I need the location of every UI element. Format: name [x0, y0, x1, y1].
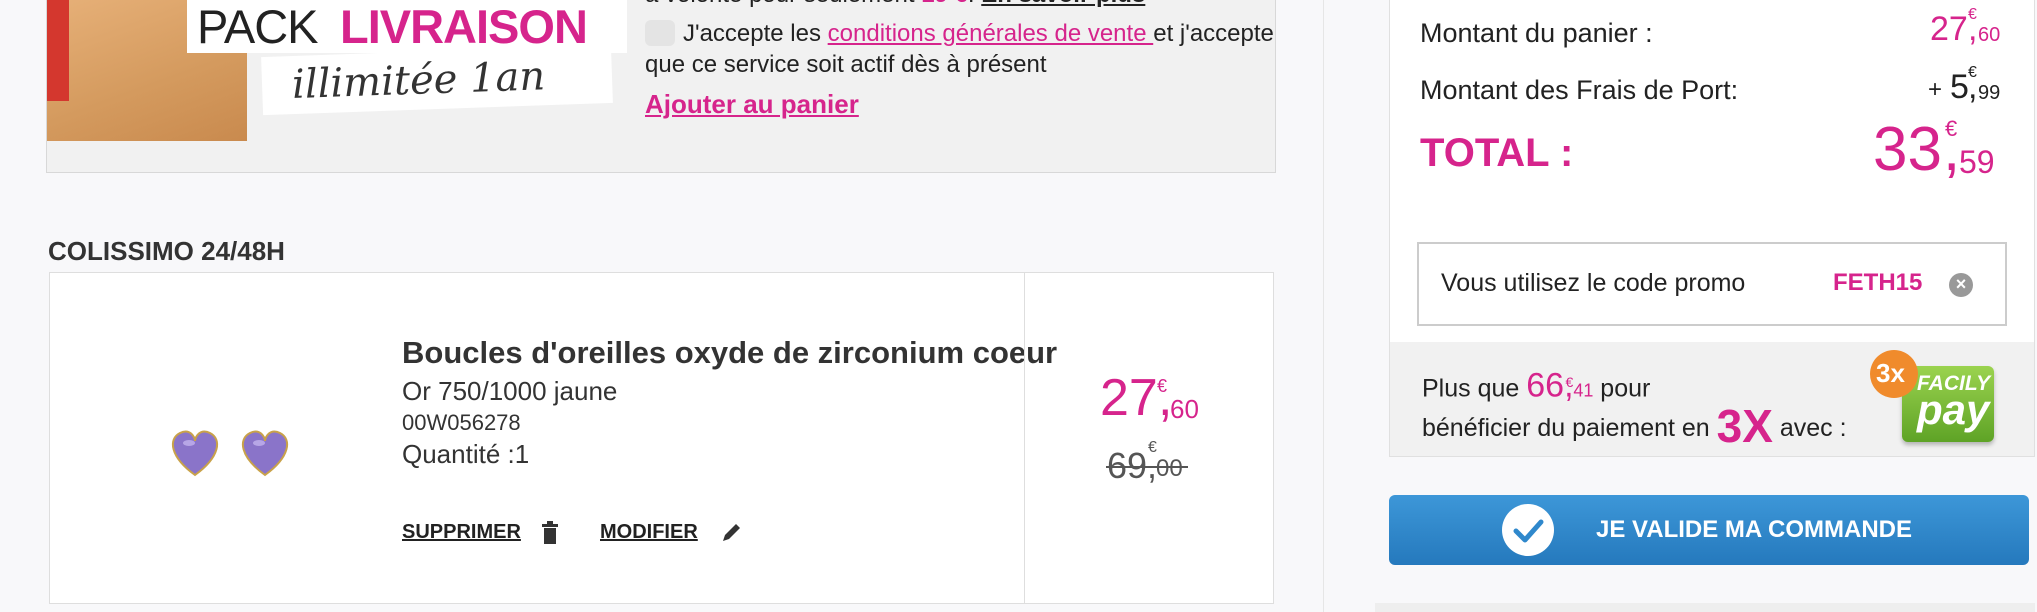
promo-price: 19 €: [921, 0, 968, 8]
promo-code-box: Vous utilisez le code promo FETH15 ×: [1417, 242, 2007, 326]
column-divider: [1323, 0, 1324, 612]
badge-3x: 3x: [1876, 358, 1905, 388]
validate-order-button[interactable]: JE VALIDE MA COMMANDE: [1389, 495, 2029, 565]
item-reference: 00W056278: [402, 410, 521, 435]
promo-code-value: FETH15: [1833, 269, 1923, 296]
pay-logo-text: pay: [1917, 386, 1990, 433]
pack-subtitle: illimitée 1an: [261, 44, 613, 116]
order-summary: Montant du panier : 27 , € 60 Montant de…: [1389, 0, 2035, 457]
delete-item-link[interactable]: SUPPRIMER: [402, 521, 521, 544]
cart-amount-value: 27 , € 60: [1930, 6, 2001, 48]
facily-amount: 66: [1526, 366, 1565, 405]
total-label: TOTAL :: [1420, 131, 1574, 175]
pencil-icon[interactable]: [720, 522, 742, 544]
remove-promo-close-icon[interactable]: ×: [1949, 273, 1973, 297]
price-separator: [1024, 273, 1025, 603]
facily-pay-badge: FACILY pay 3x: [1870, 350, 2000, 450]
pack-word: PACK: [197, 0, 318, 53]
promo-code-text: Vous utilisez le code promo: [1441, 269, 1746, 297]
pack-title: PACK LIVRAISON: [187, 0, 627, 53]
cgv-checkbox[interactable]: [645, 20, 675, 46]
cgv-link[interactable]: conditions générales de vente: [828, 20, 1154, 47]
check-icon: [1502, 504, 1554, 556]
facily-pay-offer: Plus que 66,€41 pour bénéficier du paiem…: [1390, 342, 2034, 456]
shipping-cost-value: + 5 , € 99: [1928, 64, 2001, 106]
shipping-cost-label: Montant des Frais de Port:: [1420, 75, 1739, 105]
facily-3x: 3X: [1716, 400, 1773, 453]
learn-more-link[interactable]: En savoir plus: [981, 0, 1145, 8]
modify-item-link[interactable]: MODIFIER: [600, 521, 698, 544]
delivery-pack-banner: PACK LIVRAISON illimitée 1an a volonté p…: [46, 0, 1276, 173]
trash-icon[interactable]: [541, 521, 559, 545]
add-to-cart-link[interactable]: Ajouter au panier: [645, 89, 859, 120]
cgv-acceptance: J'accepte les conditions générales de ve…: [645, 20, 1274, 78]
cart-item: Boucles d'oreilles oxyde de zirconium co…: [49, 272, 1274, 604]
validate-order-label: JE VALIDE MA COMMANDE: [1596, 516, 1913, 543]
total-value: 33 , € 59: [1873, 115, 1995, 184]
earrings-image: [171, 430, 289, 477]
livraison-word: LIVRAISON: [340, 0, 588, 53]
facily-offer-text: Plus que 66,€41 pour bénéficier du paiem…: [1422, 366, 1847, 453]
item-name[interactable]: Boucles d'oreilles oxyde de zirconium co…: [402, 335, 1057, 371]
cart-amount-label: Montant du panier :: [1420, 18, 1653, 48]
item-material: Or 750/1000 jaune: [402, 376, 618, 406]
item-quantity: Quantité :1: [402, 439, 530, 469]
shipping-method-title: COLISSIMO 24/48H: [48, 236, 285, 266]
bottom-strip: [1375, 603, 2035, 612]
promo-offer-line: a volonté pour seulement 19 €. En savoir…: [645, 0, 1145, 9]
